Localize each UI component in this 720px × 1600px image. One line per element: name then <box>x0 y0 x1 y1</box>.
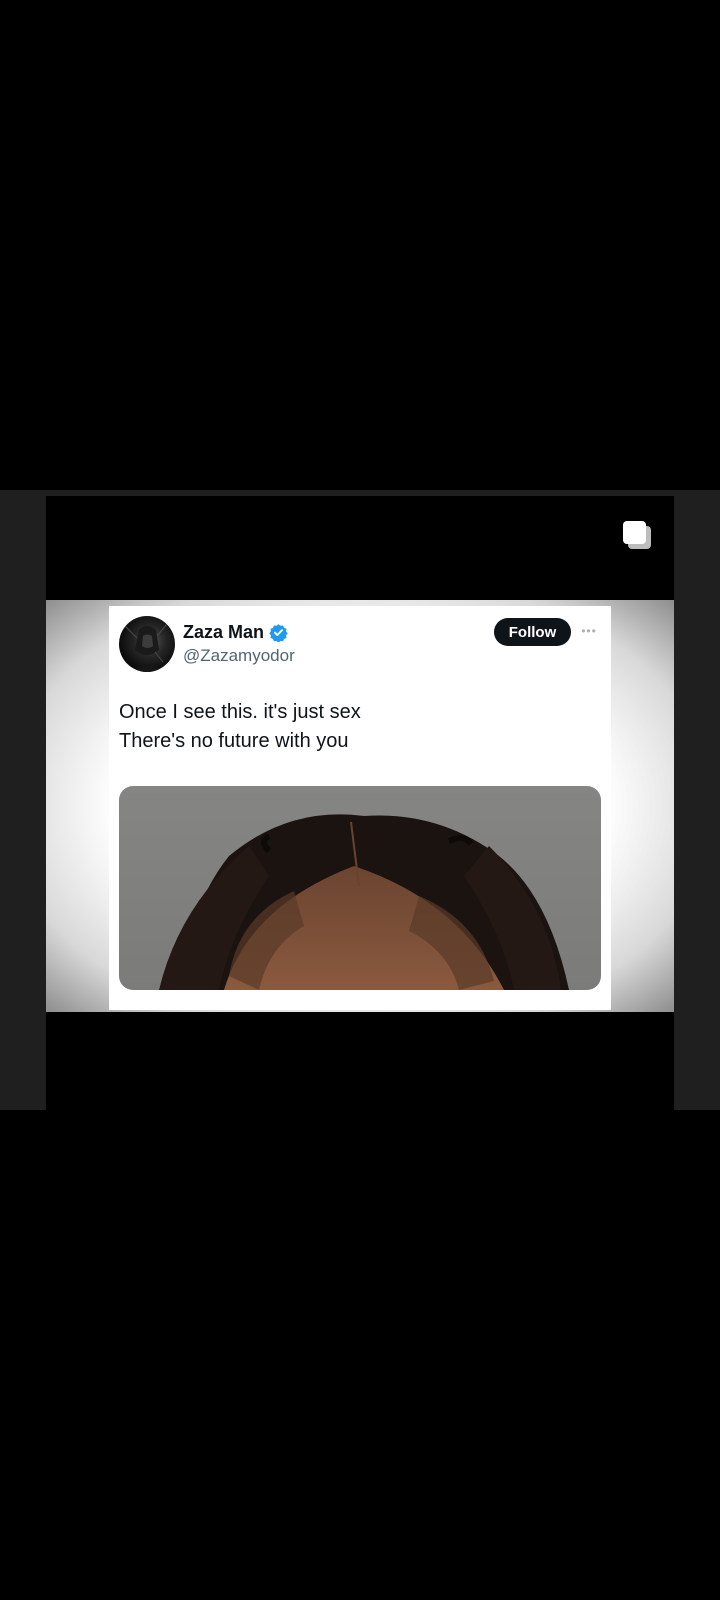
verified-badge-icon <box>269 623 288 643</box>
tweet-text-line: Once I see this. it's just sex <box>119 701 361 723</box>
screenshot-image: Zaza Man @Zazamyodor Follow ••• Once I s… <box>46 600 674 1012</box>
tweet-photo[interactable] <box>119 786 601 990</box>
tweet-card: Zaza Man @Zazamyodor Follow ••• Once I s… <box>109 606 611 1010</box>
post-media[interactable]: Zaza Man @Zazamyodor Follow ••• Once I s… <box>46 496 674 1110</box>
multiple-images-icon[interactable] <box>620 518 654 552</box>
follow-button[interactable]: Follow <box>494 618 571 646</box>
avatar <box>119 616 175 672</box>
user-handle[interactable]: @Zazamyodor <box>183 646 295 666</box>
display-name[interactable]: Zaza Man <box>183 622 264 643</box>
name-row: Zaza Man <box>183 620 288 644</box>
tweet-text: Once I see this. it's just sex There's n… <box>119 698 599 756</box>
tweet-text-line: There's no future with you <box>119 730 349 752</box>
more-options-icon[interactable]: ••• <box>579 624 599 638</box>
media-viewer: Zaza Man @Zazamyodor Follow ••• Once I s… <box>0 0 720 1600</box>
